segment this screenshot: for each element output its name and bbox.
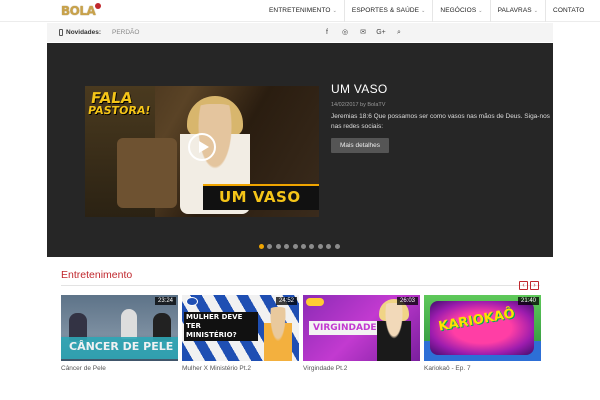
slider-dot[interactable] (334, 244, 340, 249)
play-icon[interactable] (188, 133, 216, 161)
social-links: f ◎ ✉ G+ ⌕ (318, 23, 408, 42)
hero-description: Jeremias 18:6 Que possamos ser como vaso… (331, 113, 550, 130)
news-ticker-bar: Novidades: PERDÃO f ◎ ✉ G+ ⌕ (47, 23, 553, 42)
email-icon[interactable]: ✉ (354, 23, 372, 42)
menu-item-entretenimento[interactable]: ENTRETENIMENTO ⌄ (262, 0, 344, 22)
thumb-person (377, 303, 411, 361)
video-title[interactable]: Câncer de Pele (61, 365, 178, 372)
menu-label: ESPORTES & SAÚDE (351, 7, 420, 14)
video-title[interactable]: Virgindade Pt.2 (303, 365, 420, 372)
slider-dot[interactable] (259, 244, 264, 249)
news-label: Novidades: (66, 29, 102, 36)
details-button[interactable]: Mais detalhes (331, 138, 389, 153)
slider-dots (259, 244, 343, 249)
section-title[interactable]: Entretenimento (61, 269, 132, 281)
thumb-overlay: MULHER DEVE TER MINISTÉRIO? (184, 312, 258, 341)
video-thumbnail[interactable]: MULHER DEVE TER MINISTÉRIO? 24:52 (182, 295, 299, 361)
video-carousel: CÂNCER DE PELE 23:24 Câncer de Pele MULH… (61, 295, 545, 372)
video-thumbnail[interactable]: CÂNCER DE PELE 23:24 (61, 295, 178, 361)
menu-item-negocios[interactable]: NEGÓCIOS ⌄ (432, 0, 489, 22)
chevron-down-icon: ⌄ (533, 8, 539, 14)
prev-arrow-icon[interactable]: ‹ (519, 281, 528, 290)
slider-dot[interactable] (275, 244, 281, 249)
section-divider (61, 285, 540, 286)
thumb-title-mid: PASTORA! (87, 104, 152, 117)
video-card[interactable]: CÂNCER DE PELE 23:24 Câncer de Pele (61, 295, 178, 372)
instagram-icon[interactable]: ◎ (336, 23, 354, 42)
chevron-down-icon: ⌄ (421, 8, 426, 14)
slider-dot[interactable] (309, 244, 315, 249)
slider-dot[interactable] (292, 244, 298, 249)
slider-dot[interactable] (317, 244, 323, 249)
video-duration: 23:24 (154, 297, 176, 305)
facebook-icon[interactable]: f (318, 23, 336, 42)
video-duration: 21:40 (517, 297, 539, 305)
video-title[interactable]: Mulher X Ministério Pt.2 (182, 365, 299, 372)
thumb-chair (117, 138, 177, 208)
thumb-overlay-text: VIRGINDADE (309, 321, 381, 335)
menu-item-contato[interactable]: CONTATO (545, 0, 591, 22)
menu-item-esportes[interactable]: ESPORTES & SAÚDE ⌄ (343, 0, 433, 22)
mobile-icon (59, 29, 63, 36)
next-arrow-icon[interactable]: › (530, 281, 539, 290)
menu-label: PALAVRAS (497, 7, 532, 14)
news-headline-link[interactable]: PERDÃO (112, 23, 139, 42)
thumb-overlay: CÂNCER DE PELE (61, 337, 178, 359)
video-title[interactable]: Kariokaô - Ep. 7 (424, 365, 541, 372)
hero-meta: 14/02/2017 by BolaTV (331, 102, 386, 108)
hero-title[interactable]: UM VASO (331, 82, 388, 96)
menu-label: CONTATO (553, 7, 585, 14)
hero-video-thumbnail[interactable]: FALA PASTORA! UM VASO (85, 86, 319, 217)
menu-label: ENTRETENIMENTO (269, 7, 331, 14)
google-plus-icon[interactable]: G+ (372, 23, 390, 42)
hero-slider: FALA PASTORA! UM VASO UM VASO 14/02/2017… (47, 43, 553, 257)
thumb-overlay-text: CÂNCER DE PELE (69, 340, 174, 353)
video-duration: 26:03 (396, 297, 418, 305)
chevron-down-icon: ⌄ (332, 8, 337, 14)
top-nav: BOLA ENTRETENIMENTO ⌄ ESPORTES & SAÚDE ⌄ N… (0, 0, 600, 22)
thumb-overlay-text: MINISTÉRIO? (186, 331, 237, 339)
video-duration: 24:52 (275, 297, 297, 305)
slider-dot[interactable] (284, 244, 290, 249)
slider-dot[interactable] (326, 244, 332, 249)
chevron-down-icon: ⌄ (478, 8, 483, 14)
thumb-overlay-text: MULHER DEVE TER (186, 313, 243, 330)
thumb-banner-text: UM VASO (219, 188, 301, 206)
main-menu: ENTRETENIMENTO ⌄ ESPORTES & SAÚDE ⌄ NEGÓCI… (262, 0, 591, 22)
logo-text: BOLA (61, 4, 96, 18)
menu-label: NEGÓCIOS (440, 7, 477, 14)
slider-dot[interactable] (267, 244, 273, 249)
carousel-arrows: ‹ › (517, 281, 539, 290)
site-logo[interactable]: BOLA (61, 3, 103, 19)
video-card[interactable]: MULHER DEVE TER MINISTÉRIO? 24:52 Mulher… (182, 295, 299, 372)
menu-item-palavras[interactable]: PALAVRAS ⌄ (489, 0, 545, 22)
thumb-person (264, 307, 292, 361)
video-card[interactable]: KARIOKAÔ 21:40 Kariokaô - Ep. 7 (424, 295, 541, 372)
video-card[interactable]: VIRGINDADE 26:03 Virgindade Pt.2 (303, 295, 420, 372)
video-thumbnail[interactable]: VIRGINDADE 26:03 (303, 295, 420, 361)
thumb-banner: UM VASO (203, 184, 319, 210)
slider-dot[interactable] (300, 244, 306, 249)
thumb-person (121, 309, 137, 339)
channel-logo (306, 298, 324, 306)
channel-logo (186, 297, 198, 306)
logo-dot (95, 3, 101, 9)
video-thumbnail[interactable]: KARIOKAÔ 21:40 (424, 295, 541, 361)
search-icon[interactable]: ⌕ (390, 23, 408, 42)
